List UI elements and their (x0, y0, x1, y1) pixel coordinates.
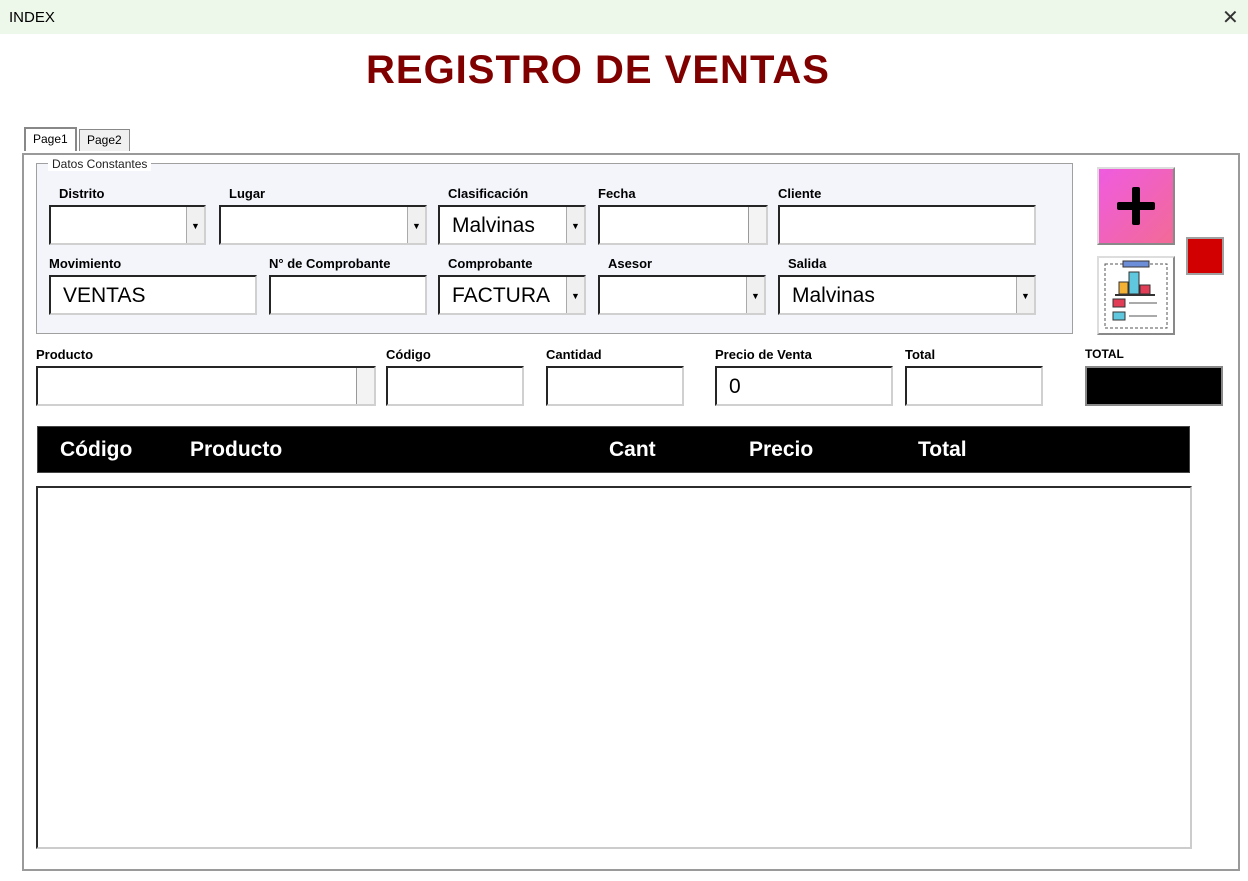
page-title: REGISTRO DE VENTAS (366, 48, 830, 92)
comprobante-value: FACTURA (452, 284, 551, 307)
chevron-down-icon[interactable]: ▼ (566, 207, 584, 243)
cliente-label: Cliente (778, 186, 822, 201)
precio-venta-value: 0 (729, 375, 741, 398)
column-precio: Precio (749, 438, 814, 461)
total-label: Total (905, 347, 936, 362)
column-codigo: Código (60, 438, 133, 461)
asesor-combobox[interactable]: ▼ (598, 275, 766, 315)
cliente-field[interactable] (778, 205, 1036, 245)
codigo-field[interactable] (386, 366, 524, 406)
add-button[interactable] (1097, 167, 1175, 245)
chevron-down-icon[interactable]: ▼ (1016, 277, 1034, 313)
title-bar (0, 0, 1248, 34)
clasificacion-label: Clasificación (448, 186, 529, 201)
comprobante-num-label: N° de Comprobante (269, 256, 391, 271)
report-button[interactable] (1097, 256, 1175, 335)
tab-page1[interactable]: Page1 (24, 127, 77, 151)
column-total: Total (918, 438, 967, 461)
status-indicator[interactable] (1186, 237, 1224, 275)
producto-field[interactable] (36, 366, 376, 406)
lugar-combobox[interactable]: ▼ (219, 205, 427, 245)
chart-list-icon (1104, 260, 1168, 329)
comprobante-num-field[interactable] (269, 275, 427, 315)
salida-combobox[interactable]: Malvinas ▼ (778, 275, 1036, 315)
clasificacion-value: Malvinas (452, 214, 535, 237)
group-label: Datos Constantes (48, 157, 152, 171)
date-picker-handle[interactable] (748, 207, 766, 243)
table-header: Código Producto Cant Precio Total (37, 426, 1190, 473)
clasificacion-combobox[interactable]: Malvinas ▼ (438, 205, 586, 245)
lugar-label: Lugar (229, 186, 266, 201)
distrito-combobox[interactable]: ▼ (49, 205, 206, 245)
distrito-label: Distrito (59, 186, 105, 201)
comprobante-label: Comprobante (448, 256, 533, 271)
total-field[interactable] (905, 366, 1043, 406)
column-producto: Producto (190, 438, 283, 461)
chevron-down-icon[interactable]: ▼ (407, 207, 425, 243)
grand-total-display (1085, 366, 1223, 406)
movimiento-field[interactable]: VENTAS (49, 275, 257, 315)
codigo-label: Código (386, 347, 431, 362)
asesor-label: Asesor (608, 256, 653, 271)
chevron-down-icon[interactable]: ▼ (746, 277, 764, 313)
chevron-down-icon[interactable]: ▼ (566, 277, 584, 313)
column-cant: Cant (609, 438, 656, 461)
comprobante-combobox[interactable]: FACTURA ▼ (438, 275, 586, 315)
chevron-down-icon[interactable]: ▼ (186, 207, 204, 243)
movimiento-label: Movimiento (49, 256, 122, 271)
fecha-label: Fecha (598, 186, 636, 201)
plus-icon (1117, 187, 1155, 225)
tab-page2[interactable]: Page2 (79, 129, 130, 151)
producto-label: Producto (36, 347, 94, 362)
precio-venta-field[interactable]: 0 (715, 366, 893, 406)
items-listbox[interactable] (36, 486, 1192, 849)
cantidad-field[interactable] (546, 366, 684, 406)
window-title: INDEX (9, 9, 55, 26)
precio-venta-label: Precio de Venta (715, 347, 812, 362)
fecha-field[interactable] (598, 205, 768, 245)
salida-label: Salida (788, 256, 827, 271)
grand-total-label: TOTAL (1085, 347, 1124, 361)
close-icon[interactable]: ✕ (1222, 5, 1239, 30)
salida-value: Malvinas (792, 284, 875, 307)
cantidad-label: Cantidad (546, 347, 602, 362)
movimiento-value: VENTAS (63, 284, 146, 307)
producto-picker-handle[interactable] (356, 368, 374, 404)
